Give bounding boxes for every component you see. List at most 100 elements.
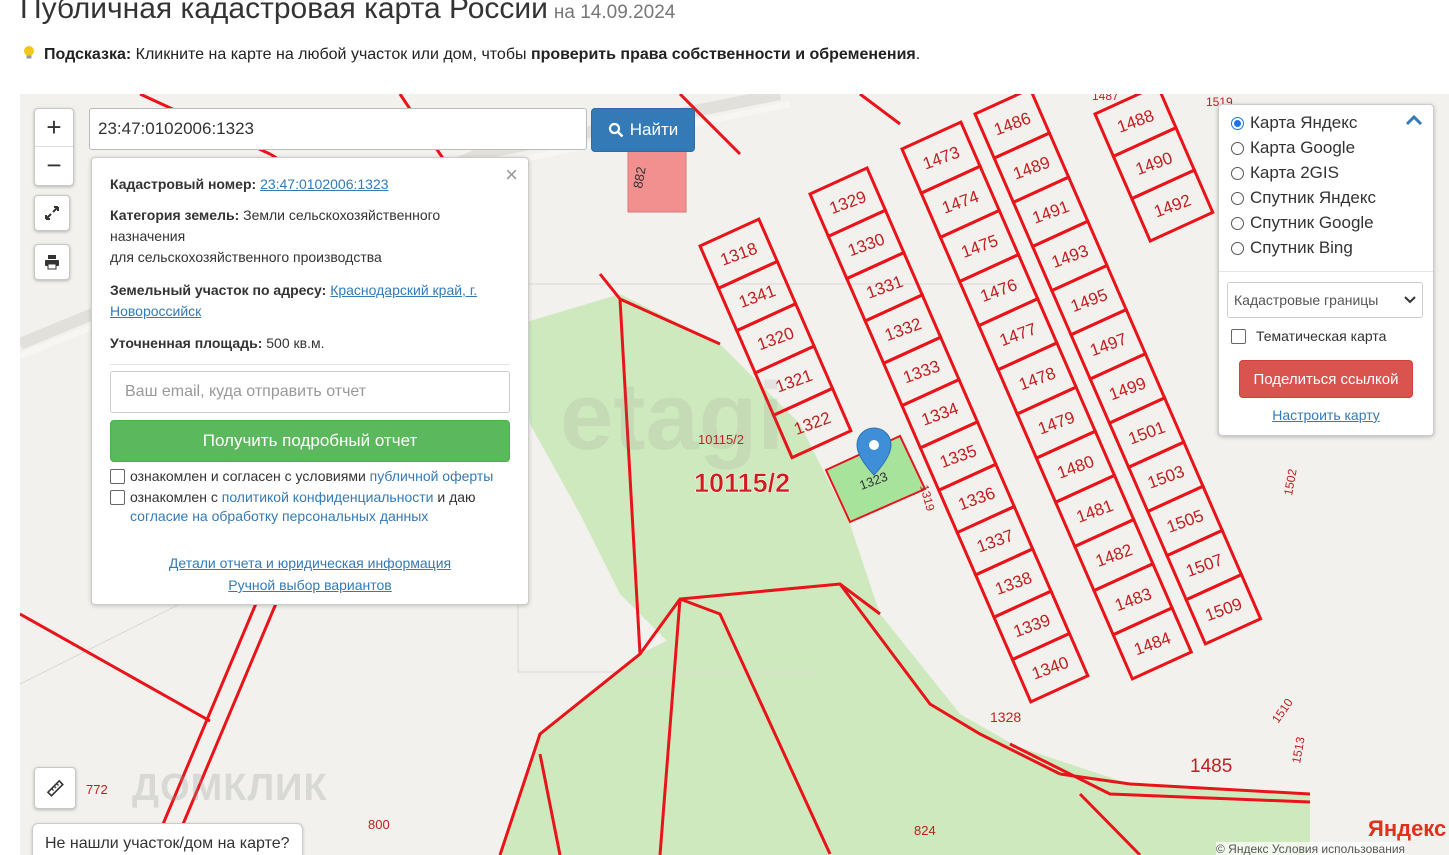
hint-label: Подсказка:: [44, 46, 132, 63]
privacy-policy-link[interactable]: политикой конфиденциальности: [222, 489, 434, 505]
parcel-label-1335: 1335: [937, 441, 979, 472]
layer-select[interactable]: Кадастровые границы: [1227, 282, 1423, 318]
setup-link-row: Настроить карту: [1219, 407, 1433, 423]
parcel-label-1475: 1475: [959, 231, 1001, 262]
map-type-option[interactable]: Карта Яндекс: [1231, 113, 1357, 133]
cadastral-number-link[interactable]: 23:47:0102006:1323: [260, 176, 388, 192]
category-value-2: для сельскохозяйственного производства: [110, 249, 382, 265]
collapse-panel-button[interactable]: [1405, 111, 1423, 131]
search-input[interactable]: 23:47:0102006:1323: [89, 108, 587, 150]
parcel-label-1477: 1477: [997, 319, 1039, 350]
parcel-label-1484: 1484: [1131, 628, 1173, 659]
parcel-label-1318: 1318: [718, 239, 760, 270]
etagi-watermark: etagi: [560, 363, 785, 470]
address-label: Земельный участок по адресу:: [110, 282, 327, 298]
search-button-label: Найти: [629, 120, 679, 139]
search-button[interactable]: Найти: [591, 108, 695, 152]
page-date: на 14.09.2024: [553, 2, 676, 23]
parcel-label-1491: 1491: [1030, 197, 1072, 228]
parcel-label-1499: 1499: [1107, 374, 1149, 405]
radio-button[interactable]: [1231, 141, 1244, 155]
chevron-down-icon: [1404, 296, 1416, 304]
parcel-label-1492: 1492: [1151, 191, 1193, 222]
address-row: Земельный участок по адресу: Краснодарск…: [110, 280, 510, 322]
area-label: Уточненная площадь:: [110, 335, 263, 351]
parcel-label-1479: 1479: [1035, 408, 1077, 439]
parcel-label-1483: 1483: [1112, 584, 1154, 615]
cadastral-number-label: Кадастровый номер:: [110, 176, 257, 192]
data-processing-link[interactable]: согласие на обработку персональных данны…: [130, 508, 428, 524]
plot-800-label: 800: [368, 817, 390, 832]
thematic-map-checkbox[interactable]: [1231, 328, 1246, 344]
privacy-consent-checkbox[interactable]: [110, 490, 125, 505]
area-row: Уточненная площадь: 500 кв.м.: [110, 333, 510, 354]
map-type-option[interactable]: Спутник Google: [1231, 213, 1374, 233]
manual-selection-link[interactable]: Ручной выбор вариантов: [228, 577, 392, 593]
zoom-in-button[interactable]: +: [35, 109, 73, 146]
radio-button[interactable]: [1231, 241, 1244, 255]
email-field[interactable]: Ваш email, куда отправить отчет: [110, 371, 510, 413]
category-row: Категория земель: Земли сельскохозяйстве…: [110, 205, 510, 268]
thematic-map-toggle[interactable]: Тематическая карта: [1231, 328, 1386, 344]
parcel-label-1501: 1501: [1126, 418, 1168, 449]
parcel-label-1330: 1330: [845, 230, 887, 261]
parcel-label-1509: 1509: [1203, 594, 1245, 625]
print-icon: [45, 255, 59, 270]
zoom-out-button[interactable]: −: [35, 146, 73, 184]
fullscreen-button[interactable]: [34, 195, 70, 231]
area-value: 500 кв.м.: [266, 335, 325, 351]
parcel-label-1337: 1337: [974, 526, 1016, 557]
share-link-button[interactable]: Поделиться ссылкой: [1239, 360, 1413, 398]
plot-1487-label: 1487: [1092, 94, 1119, 103]
map-type-label: Карта 2GIS: [1250, 163, 1339, 182]
hint-line: Подсказка: Кликните на карте на любой уч…: [22, 45, 920, 64]
parcel-label-1503: 1503: [1145, 462, 1187, 493]
radio-button[interactable]: [1231, 191, 1244, 205]
lightbulb-icon: [24, 46, 34, 59]
map-type-label: Спутник Яндекс: [1250, 188, 1376, 207]
get-report-button[interactable]: Получить подробный отчет: [110, 420, 510, 462]
parcel-label-1332: 1332: [882, 314, 924, 345]
not-found-button[interactable]: Не нашли участок/дом на карте?: [32, 823, 303, 855]
parcel-label-1482: 1482: [1093, 540, 1135, 571]
parcel-label-1329: 1329: [827, 187, 869, 218]
page-title-text: Публичная кадастровая карта России: [20, 0, 548, 25]
print-button[interactable]: [34, 244, 70, 280]
parcel-label-1338: 1338: [992, 568, 1034, 599]
map-type-option[interactable]: Спутник Яндекс: [1231, 188, 1376, 208]
offer-consent-checkbox[interactable]: [110, 469, 125, 484]
offer-consent[interactable]: ознакомлен и согласен с условиями публич…: [110, 467, 493, 486]
zoom-control: + −: [34, 108, 74, 186]
search-icon: [608, 122, 624, 138]
map-copyright: © Яндекс Условия использования: [1216, 842, 1406, 855]
cadastral-map[interactable]: 882 1318 1341 1320 1321 1322 1329 1330 1331 1332…: [20, 94, 1449, 855]
parcel-label-1507: 1507: [1183, 550, 1225, 581]
parcel-label-1336: 1336: [956, 483, 998, 514]
plot-772-label: 772: [86, 782, 108, 797]
offer-link[interactable]: публичной оферты: [370, 468, 494, 484]
parcel-label-1476: 1476: [978, 275, 1020, 306]
fullscreen-icon: [45, 206, 59, 220]
privacy-consent[interactable]: ознакомлен с политикой конфиденциальност…: [110, 488, 476, 526]
details-link[interactable]: Детали отчета и юридическая информация: [169, 555, 451, 571]
parcel-label-1488: 1488: [1115, 106, 1157, 137]
parcel-label-1322: 1322: [791, 408, 833, 439]
card-divider: [110, 364, 510, 365]
radio-button[interactable]: [1231, 166, 1244, 180]
map-type-option[interactable]: Спутник Bing: [1231, 238, 1353, 258]
setup-map-link[interactable]: Настроить карту: [1272, 407, 1380, 423]
domclick-watermark: ДОМКЛИК: [132, 767, 328, 809]
radio-button[interactable]: [1231, 216, 1244, 230]
parcel-label-1341: 1341: [736, 281, 778, 312]
parcel-label-1493: 1493: [1049, 241, 1091, 272]
map-type-option[interactable]: Карта Google: [1231, 138, 1355, 158]
manual-link-row: Ручной выбор вариантов: [92, 577, 528, 593]
layers-panel: Карта Яндекс Карта Google Карта 2GIS Спутни…: [1218, 104, 1434, 436]
ruler-button[interactable]: [34, 767, 76, 809]
parcel-label-1320: 1320: [755, 323, 797, 354]
radio-button[interactable]: [1231, 116, 1244, 130]
parcel-label-1481: 1481: [1074, 496, 1116, 527]
map-type-option[interactable]: Карта 2GIS: [1231, 163, 1339, 183]
hint-text: Кликните на карте на любой участок или д…: [131, 46, 531, 63]
hint-bold: проверить права собственности и обремене…: [530, 46, 916, 63]
